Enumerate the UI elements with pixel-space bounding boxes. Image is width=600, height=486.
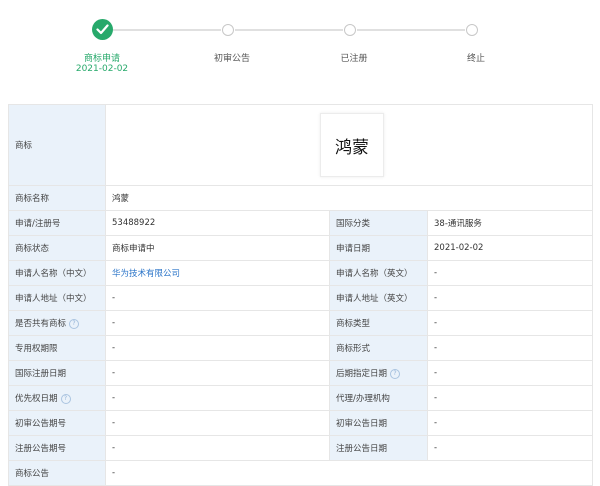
- trademark-image-text: 鸿蒙: [335, 137, 370, 158]
- field-label: 申请人名称（英文）: [329, 260, 428, 286]
- table-row: 商标公告 -: [8, 460, 594, 486]
- trademark-image[interactable]: 鸿蒙: [320, 113, 385, 177]
- question-circle-icon[interactable]: ?: [60, 393, 71, 404]
- table-row: 注册公告期号 - 注册公告日期 -: [8, 435, 594, 461]
- field-label: 商标状态: [8, 235, 106, 261]
- table-row: 优先权日期? - 代理/办理机构 -: [8, 385, 594, 411]
- table-row: 是否共有商标? - 商标类型 -: [8, 310, 594, 336]
- field-value: -: [105, 410, 330, 436]
- field-label: 代理/办理机构: [329, 385, 428, 411]
- field-label: 后期指定日期: [336, 369, 388, 379]
- field-label: 初审公告期号: [8, 410, 106, 436]
- step-marker: [344, 24, 356, 36]
- field-value: -: [426, 285, 594, 311]
- table-row: 初审公告期号 - 初审公告日期 -: [8, 410, 594, 436]
- step-label-application: 商标申请: [83, 54, 120, 64]
- step-label-terminated: 终止: [466, 54, 485, 64]
- field-value: -: [105, 360, 330, 386]
- field-label: 注册公告日期: [329, 435, 428, 461]
- field-label: 国际注册日期: [8, 360, 106, 386]
- field-value: -: [426, 335, 594, 361]
- field-value: -: [426, 410, 594, 436]
- table-row: 国际注册日期 - 后期指定日期? -: [8, 360, 594, 386]
- table-row: 专用权期限 - 商标形式 -: [8, 335, 594, 361]
- field-label-cell: 优先权日期?: [8, 385, 106, 411]
- field-label: 注册公告期号: [8, 435, 106, 461]
- applicant-link[interactable]: 华为技术有限公司: [105, 260, 330, 286]
- trademark-details-table: 商标 鸿蒙 商标名称 鸿蒙 申请/注册号 53488922 国际分类 38-通讯…: [8, 104, 594, 486]
- field-label: 商标名称: [8, 185, 106, 211]
- table-row: 商标 鸿蒙: [8, 104, 594, 186]
- field-label: 国际分类: [329, 210, 428, 236]
- table-row: 申请人名称（中文） 华为技术有限公司 申请人名称（英文） -: [8, 260, 594, 286]
- progress-line: [113, 29, 221, 31]
- step-label-registered: 已注册: [340, 54, 368, 64]
- field-value: -: [426, 435, 594, 461]
- question-circle-icon[interactable]: ?: [390, 368, 401, 379]
- trademark-image-cell: 鸿蒙: [104, 104, 594, 186]
- field-value: 53488922: [105, 210, 330, 236]
- field-value: -: [104, 460, 594, 486]
- field-label: 商标类型: [329, 310, 428, 336]
- field-value: 38-通讯服务: [426, 210, 594, 236]
- field-label: 申请人名称（中文）: [8, 260, 106, 286]
- field-value: -: [426, 310, 594, 336]
- field-label: 是否共有商标: [15, 319, 67, 329]
- step-marker: [466, 24, 478, 36]
- step-label-preliminary: 初审公告: [213, 54, 250, 64]
- field-value: -: [426, 360, 594, 386]
- field-value: 商标申请中: [105, 235, 330, 261]
- field-label-cell: 后期指定日期?: [329, 360, 428, 386]
- field-label: 申请/注册号: [8, 210, 106, 236]
- step-date-application: 2021-02-02: [75, 64, 129, 74]
- table-row: 商标状态 商标申请中 申请日期 2021-02-02: [8, 235, 594, 261]
- field-value: -: [426, 260, 594, 286]
- step-done-marker: [92, 19, 113, 40]
- field-value: -: [105, 335, 330, 361]
- field-label: 商标公告: [8, 460, 106, 486]
- field-value: 2021-02-02: [426, 235, 594, 261]
- field-label: 商标形式: [329, 335, 428, 361]
- step-marker: [222, 24, 234, 36]
- progress-line: [357, 29, 465, 31]
- table-row: 商标名称 鸿蒙: [8, 185, 594, 211]
- field-label: 专用权期限: [8, 335, 106, 361]
- progress-line: [235, 29, 343, 31]
- field-label-cell: 是否共有商标?: [8, 310, 106, 336]
- field-label: 初审公告日期: [329, 410, 428, 436]
- table-row: 申请人地址（中文） - 申请人地址（英文） -: [8, 285, 594, 311]
- field-value: -: [105, 435, 330, 461]
- question-circle-icon[interactable]: ?: [69, 318, 80, 329]
- check-icon: [96, 24, 109, 35]
- table-row: 申请/注册号 53488922 国际分类 38-通讯服务: [8, 210, 594, 236]
- field-label: 申请人地址（英文）: [329, 285, 428, 311]
- trademark-label: 商标: [8, 104, 106, 186]
- field-value: 鸿蒙: [104, 185, 594, 211]
- field-value: -: [426, 385, 594, 411]
- field-value: -: [105, 385, 330, 411]
- field-value: -: [105, 285, 330, 311]
- field-label: 申请人地址（中文）: [8, 285, 106, 311]
- field-label: 优先权日期: [15, 394, 58, 404]
- status-progress: 商标申请 2021-02-02 初审公告 已注册 终止: [0, 0, 600, 90]
- field-label: 申请日期: [329, 235, 428, 261]
- field-value: -: [105, 310, 330, 336]
